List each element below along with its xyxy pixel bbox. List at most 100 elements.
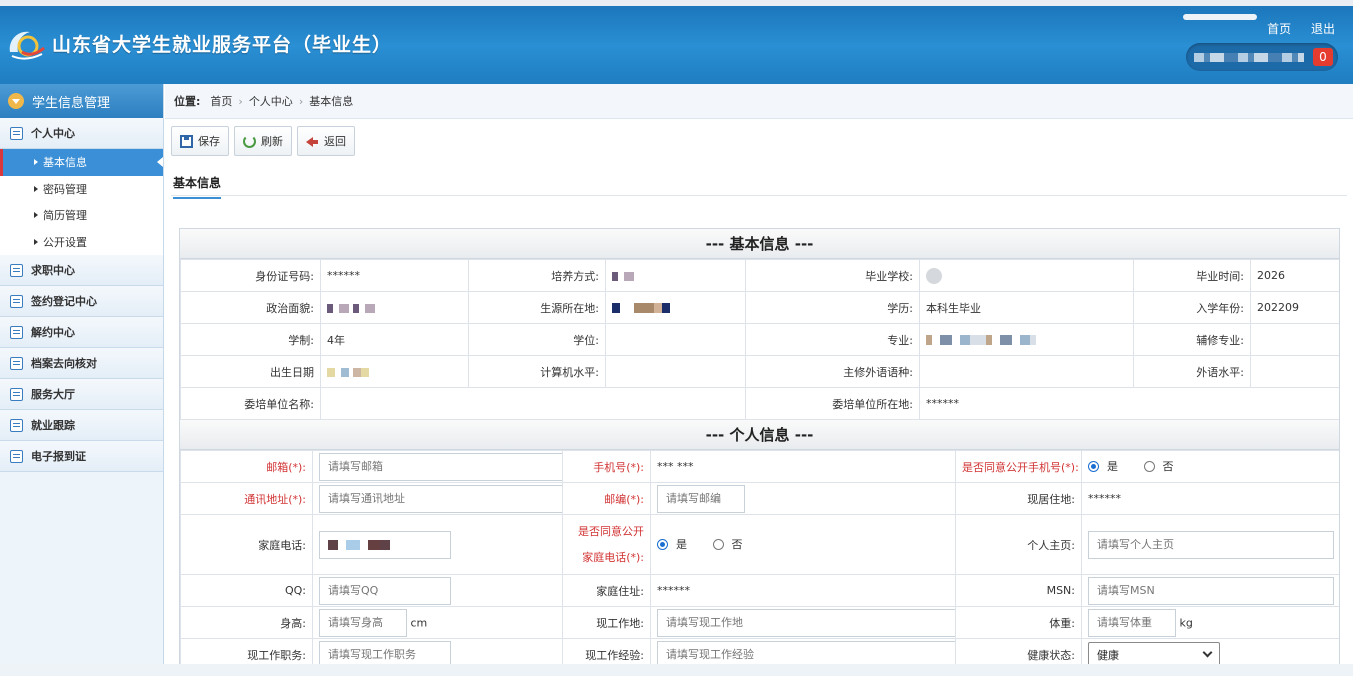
- form-container: --- 基本信息 --- 身份证号码: ****** 培养方式: 毕业学校: 毕…: [179, 228, 1340, 676]
- phone-value: *** ***: [650, 450, 956, 483]
- table-row: 出生日期 计算机水平: 主修外语语种: 外语水平:: [180, 355, 1339, 388]
- table-row: 学制: 4年 学位: 专业: 辅修专业:: [180, 323, 1339, 356]
- radio-icon: [1143, 460, 1155, 472]
- redacted-value: [328, 539, 398, 550]
- personal-info-section-title: --- 个人信息 ---: [180, 420, 1339, 450]
- save-button[interactable]: 保存: [171, 126, 229, 156]
- sidebar-group-label: 解约中心: [31, 326, 75, 339]
- weight-label: 体重:: [955, 606, 1082, 639]
- notification-badge[interactable]: 0: [1313, 48, 1333, 66]
- table-row: 政治面貌: 生源所在地: 学历: 本科生毕业 入学年份: 202209: [180, 291, 1339, 324]
- home-link[interactable]: 首页: [1267, 22, 1291, 36]
- grid-icon: [10, 356, 23, 370]
- sidebar-group-job-center[interactable]: 求职中心: [0, 255, 163, 286]
- public-home-phone-no-radio[interactable]: 否: [712, 536, 743, 552]
- entrust-loc-value: ******: [919, 387, 1339, 420]
- basic-info-section-title: --- 基本信息 ---: [180, 229, 1339, 259]
- zip-input[interactable]: [657, 484, 745, 513]
- sidebar-group-label: 服务大厅: [31, 388, 75, 401]
- sidebar-header-label: 学生信息管理: [32, 95, 111, 111]
- public-phone-label: 是否同意公开手机号(*):: [955, 450, 1082, 483]
- weight-cell: kg: [1081, 606, 1339, 639]
- weight-input[interactable]: [1088, 608, 1176, 637]
- id-value: ******: [320, 259, 469, 292]
- sidebar-group-label: 就业跟踪: [31, 419, 75, 432]
- address-input[interactable]: [319, 484, 562, 513]
- enroll-value: 202209: [1250, 291, 1339, 324]
- toolbar: 保存 刷新 返回: [171, 126, 360, 156]
- qq-cell: [312, 574, 563, 607]
- qq-input[interactable]: [319, 576, 451, 605]
- residence-label: 现居住地:: [955, 482, 1082, 515]
- redacted-value: [327, 303, 377, 313]
- redacted-value: [327, 367, 371, 377]
- breadcrumb-personal-center[interactable]: 个人中心: [249, 93, 293, 109]
- refresh-button[interactable]: 刷新: [234, 126, 292, 156]
- email-input[interactable]: [319, 452, 562, 481]
- main-content: 位置: 首页 › 个人中心 › 基本信息 保存 刷新 返回 基本信息 --- 基…: [165, 84, 1353, 676]
- homepage-cell: [1081, 514, 1339, 575]
- breadcrumb-current: 基本信息: [309, 95, 354, 108]
- public-phone-options: 是 否: [1081, 450, 1339, 483]
- grad-time-label: 毕业时间:: [1133, 259, 1251, 292]
- entrust-name-value: [320, 387, 746, 420]
- basic-info-table: 身份证号码: ****** 培养方式: 毕业学校: 毕业时间: 2026 政治面…: [180, 259, 1339, 420]
- sidebar-group-personal-center[interactable]: 个人中心: [0, 118, 163, 149]
- radio-icon: [712, 538, 724, 550]
- sidebar-header[interactable]: 学生信息管理: [0, 84, 163, 118]
- sidebar-item-password[interactable]: 密码管理: [0, 175, 163, 202]
- breadcrumb: 位置: 首页 › 个人中心 › 基本信息: [165, 84, 1353, 119]
- language-level-value: [1250, 355, 1339, 388]
- table-row: 家庭电话: 是否同意公开 家庭电话(*): 是 否 个人主页:: [180, 514, 1339, 575]
- public-home-phone-yes-radio[interactable]: 是: [657, 536, 687, 552]
- redacted-value: [926, 267, 942, 284]
- birth-value: [320, 355, 469, 388]
- footer-strip: [0, 664, 1353, 676]
- sidebar-group-tracking[interactable]: 就业跟踪: [0, 410, 163, 441]
- back-button[interactable]: 返回: [297, 126, 355, 156]
- redacted-value: [612, 303, 672, 313]
- sidebar-group-e-certificate[interactable]: 电子报到证: [0, 441, 163, 472]
- sidebar-group-label: 求职中心: [31, 264, 75, 277]
- residence-value: ******: [1081, 482, 1339, 515]
- public-phone-no-radio[interactable]: 否: [1143, 458, 1174, 474]
- sidebar-item-resume[interactable]: 简历管理: [0, 202, 163, 229]
- sidebar-item-public-settings[interactable]: 公开设置: [0, 228, 163, 255]
- radio-label: 是: [1107, 460, 1118, 474]
- homepage-input[interactable]: [1088, 530, 1334, 559]
- table-row: 委培单位名称: 委培单位所在地: ******: [180, 387, 1339, 420]
- back-label: 返回: [324, 135, 346, 148]
- sidebar-group-archive[interactable]: 档案去向核对: [0, 348, 163, 379]
- sidebar-group-label: 签约登记中心: [31, 295, 97, 308]
- home-phone-input[interactable]: [319, 530, 451, 559]
- home-phone-cell: [312, 514, 563, 575]
- msn-input[interactable]: [1088, 576, 1334, 605]
- breadcrumb-home[interactable]: 首页: [210, 93, 232, 109]
- zip-cell: [650, 482, 956, 515]
- radio-selected-icon: [1088, 460, 1099, 472]
- public-phone-yes-radio[interactable]: 是: [1088, 458, 1118, 474]
- table-row: 邮箱(*): 手机号(*): *** *** 是否同意公开手机号(*): 是 否: [180, 450, 1339, 483]
- degree-value: [605, 323, 746, 356]
- workplace-label: 现工作地:: [562, 606, 651, 639]
- refresh-icon: [243, 134, 256, 148]
- sidebar-group-label: 个人中心: [31, 127, 75, 140]
- public-home-phone-label: 是否同意公开 家庭电话(*):: [562, 514, 651, 575]
- sidebar-group-contract[interactable]: 签约登记中心: [0, 286, 163, 317]
- height-unit: cm: [410, 616, 428, 629]
- sidebar-group-label: 电子报到证: [31, 450, 86, 463]
- sidebar-group-cancel[interactable]: 解约中心: [0, 317, 163, 348]
- minor-value: [1250, 323, 1339, 356]
- sidebar-group-service-hall[interactable]: 服务大厅: [0, 379, 163, 410]
- workplace-cell: [650, 606, 956, 639]
- height-input[interactable]: [319, 608, 407, 637]
- origin-label: 生源所在地:: [468, 291, 606, 324]
- logout-link[interactable]: 退出: [1311, 22, 1335, 36]
- table-row: QQ: 家庭住址: ****** MSN:: [180, 574, 1339, 607]
- major-value: [919, 323, 1134, 356]
- calendar-icon: [10, 325, 23, 339]
- school-label: 毕业学校:: [745, 259, 920, 292]
- label-line: 是否同意公开: [578, 524, 644, 538]
- workplace-input[interactable]: [657, 608, 955, 637]
- sidebar-item-basic-info[interactable]: 基本信息: [0, 149, 163, 176]
